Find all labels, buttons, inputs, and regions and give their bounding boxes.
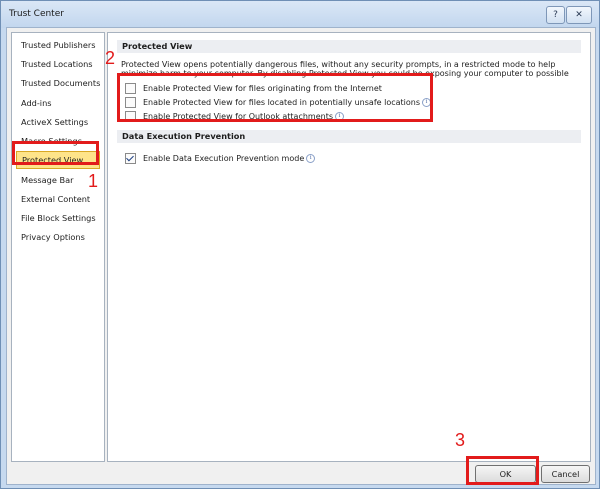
sidebar-item-file-block-settings[interactable]: File Block Settings [16, 210, 100, 226]
sidebar-item-privacy-options[interactable]: Privacy Options [16, 229, 100, 245]
highlight-box-options [117, 73, 433, 122]
cancel-button[interactable]: Cancel [541, 465, 590, 483]
sidebar-item-trusted-documents[interactable]: Trusted Documents [16, 75, 100, 91]
highlight-box-ok [466, 456, 539, 485]
help-icon: ? [553, 10, 558, 20]
title-bar: Trust Center ? ✕ [1, 1, 599, 28]
annotation-number-2: 2 [105, 48, 116, 68]
annotation-number-3: 3 [455, 430, 466, 450]
sidebar-item-add-ins[interactable]: Add-ins [16, 95, 100, 111]
protected-view-heading: Protected View [117, 40, 581, 53]
dep-mode-label: Enable Data Execution Prevention mode [143, 153, 305, 163]
option-dep-mode[interactable]: Enable Data Execution Prevention mode i [125, 152, 316, 164]
sidebar-item-external-content[interactable]: External Content [16, 191, 100, 207]
sidebar: Trusted Publishers Trusted Locations Tru… [11, 32, 105, 462]
dep-heading: Data Execution Prevention [117, 130, 581, 143]
help-button[interactable]: ? [546, 6, 565, 24]
sidebar-item-trusted-locations[interactable]: Trusted Locations [16, 56, 100, 72]
window-title: Trust Center [9, 9, 64, 19]
highlight-box-protected-view [12, 141, 99, 165]
dep-mode-checkbox[interactable] [125, 152, 136, 164]
close-icon: ✕ [575, 10, 583, 20]
sidebar-item-trusted-publishers[interactable]: Trusted Publishers [16, 37, 100, 53]
close-button[interactable]: ✕ [566, 6, 592, 24]
annotation-number-1: 1 [88, 171, 99, 191]
sidebar-item-activex-settings[interactable]: ActiveX Settings [16, 114, 100, 130]
info-icon[interactable]: i [306, 153, 316, 163]
